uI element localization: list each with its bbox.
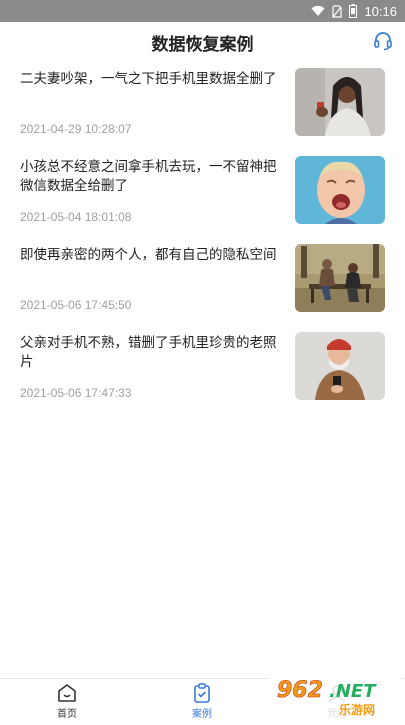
couple-bench-photo — [295, 244, 385, 312]
status-bar: 10:16 — [0, 0, 405, 22]
case-title: 即使再亲密的两个人，都有自己的隐私空间 — [20, 247, 277, 263]
status-time: 10:16 — [364, 3, 397, 19]
svg-text:962: 962 — [277, 678, 323, 703]
old-man-phone-photo — [295, 332, 385, 400]
svg-text:乐游网: 乐游网 — [339, 702, 375, 717]
case-item[interactable]: 即使再亲密的两个人，都有自己的隐私空间 2021-05-06 17:45:50 — [0, 236, 405, 324]
page-title: 数据恢复案例 — [151, 35, 254, 55]
home-icon — [58, 684, 76, 702]
case-date: 2021-04-29 10:28:07 — [20, 122, 132, 136]
tab-cases[interactable]: 案例 — [172, 683, 232, 720]
tab-label: 案例 — [192, 709, 212, 720]
no-sim-icon — [332, 4, 343, 18]
headset-icon[interactable] — [373, 31, 393, 51]
case-title: 小孩总不经意之间拿手机去玩，一不留神把微信数据全给删了 — [20, 159, 277, 194]
tab-home[interactable]: 首页 — [37, 683, 97, 720]
case-item[interactable]: 小孩总不经意之间拿手机去玩，一不留神把微信数据全给删了 2021-05-04 1… — [0, 148, 405, 236]
battery-icon — [349, 4, 358, 18]
case-title: 父亲对手机不熟，错删了手机里珍贵的老照片 — [20, 335, 277, 370]
case-item[interactable]: 父亲对手机不熟，错删了手机里珍贵的老照片 2021-05-06 17:47:33 — [0, 324, 405, 412]
wifi-icon — [311, 5, 325, 16]
watermark-logo: 962 .NET 乐游网 — [265, 672, 405, 721]
clipboard-check-icon — [194, 683, 210, 703]
case-date: 2021-05-06 17:47:33 — [20, 386, 132, 400]
case-title: 二夫妻吵架，一气之下把手机里数据全删了 — [20, 71, 277, 87]
case-date: 2021-05-06 17:45:50 — [20, 298, 132, 312]
woman-upset-phone-photo — [295, 68, 385, 136]
case-item[interactable]: 二夫妻吵架，一气之下把手机里数据全删了 2021-04-29 10:28:07 — [0, 60, 405, 148]
case-list: 二夫妻吵架，一气之下把手机里数据全删了 2021-04-29 10:28:07 … — [0, 60, 405, 412]
svg-text:.NET: .NET — [329, 681, 377, 702]
crying-child-photo — [295, 156, 385, 224]
tab-label: 首页 — [57, 709, 77, 720]
app-header: 数据恢复案例 — [0, 22, 405, 60]
case-date: 2021-05-04 18:01:08 — [20, 210, 132, 224]
